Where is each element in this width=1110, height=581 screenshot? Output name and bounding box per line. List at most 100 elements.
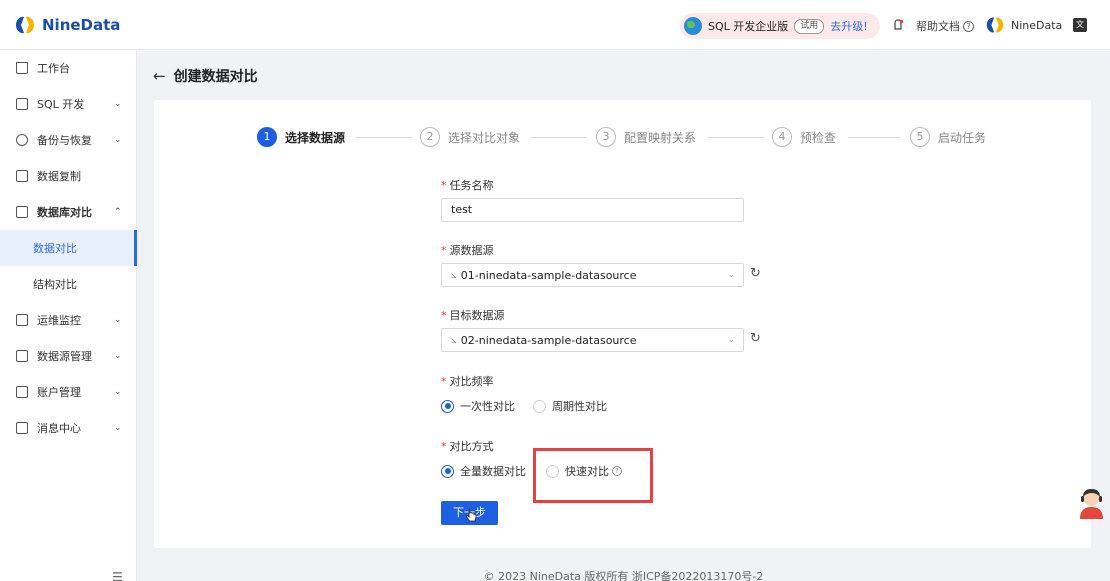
sidebar-item-ops-monitor[interactable]: 运维监控 ⌄ [0, 302, 137, 338]
required-mark: * [441, 309, 447, 322]
question-icon: ? [963, 20, 974, 32]
sidebar-item-backup[interactable]: 备份与恢复 ⌄ [0, 122, 137, 158]
radio-periodic[interactable]: 周期性对比 [533, 398, 607, 414]
required-mark: * [441, 179, 447, 192]
sidebar-item-label: 数据对比 [33, 242, 77, 255]
logo[interactable]: NineData [14, 14, 120, 36]
sidebar-item-datasource-mgmt[interactable]: 数据源管理 ⌄ [0, 338, 137, 374]
sidebar-item-schema-compare[interactable]: 结构对比 [0, 266, 137, 302]
chevron-down-icon: ⌄ [727, 335, 735, 345]
step-number: 3 [596, 127, 616, 147]
source-datasource-value: 01-ninedata-sample-datasource [460, 268, 637, 282]
help-docs-link[interactable]: 帮助文档 ? [916, 18, 974, 34]
step-number: 2 [420, 127, 440, 147]
radio-one-time[interactable]: 一次性对比 [441, 398, 515, 414]
target-datasource-value: 02-ninedata-sample-datasource [460, 333, 637, 347]
target-datasource-label: * 目标数据源 [441, 309, 505, 322]
step-number: 5 [910, 127, 930, 147]
user-menu[interactable]: NineData [985, 15, 1062, 35]
backup-icon [16, 134, 28, 146]
promo-label: SQL 开发企业版 [708, 20, 789, 33]
logo-text: NineData [42, 16, 121, 34]
globe-icon [684, 17, 702, 35]
required-mark: * [441, 440, 447, 453]
sidebar-item-replication[interactable]: 数据复制 [0, 158, 137, 194]
sidebar-item-label: SQL 开发 [37, 98, 85, 111]
step-label: 配置映射关系 [624, 130, 697, 145]
frequency-radio-group: 一次性对比 周期性对比 [441, 398, 625, 414]
step-connector [356, 137, 412, 138]
datasource-icon [16, 350, 28, 362]
account-icon [16, 386, 28, 398]
sidebar-item-workbench[interactable]: 工作台 [0, 50, 137, 86]
trial-badge: 试用 [794, 18, 825, 34]
step-label: 启动任务 [938, 130, 987, 145]
support-assistant-icon[interactable] [1075, 486, 1108, 519]
language-switch-icon[interactable]: 文 [1073, 18, 1087, 32]
hand-cursor-icon [466, 509, 477, 522]
datasource-type-icon: ⦣ [451, 334, 457, 346]
footer-copyright: © 2023 NineData 版权所有 浙ICP备2022013170号-2 [483, 570, 764, 581]
sidebar-item-account-mgmt[interactable]: 账户管理 ⌄ [0, 374, 137, 410]
chevron-down-icon: ⌄ [114, 99, 122, 109]
sidebar-item-label: 数据复制 [37, 170, 81, 183]
collapse-sidebar-icon[interactable]: ☰ [112, 570, 123, 581]
source-datasource-select[interactable]: ⦣ 01-ninedata-sample-datasource ⌄ [441, 263, 744, 287]
enterprise-promo[interactable]: SQL 开发企业版 试用 去升级! [680, 13, 880, 39]
step-label: 预检查 [800, 130, 837, 145]
message-icon [16, 422, 28, 434]
radio-full-compare[interactable]: 全量数据对比 [441, 463, 526, 479]
compare-mode-label: * 对比方式 [441, 440, 494, 453]
sidebar: 工作台 SQL 开发 ⌄ 备份与恢复 ⌄ 数据复制 数据库对比 ⌃ 数据对比 结… [0, 50, 137, 581]
step-connector [848, 137, 900, 138]
refresh-target-icon[interactable]: ↻ [750, 331, 761, 346]
sidebar-item-db-compare[interactable]: 数据库对比 ⌃ [0, 194, 137, 230]
target-datasource-select[interactable]: ⦣ 02-ninedata-sample-datasource ⌄ [441, 328, 744, 352]
step-connector [708, 137, 764, 138]
home-icon [16, 62, 28, 74]
required-mark: * [441, 244, 447, 257]
source-datasource-label: * 源数据源 [441, 244, 494, 257]
sidebar-item-data-compare[interactable]: 数据对比 [0, 230, 137, 266]
sidebar-item-label: 数据库对比 [37, 206, 92, 219]
sidebar-item-label: 消息中心 [37, 422, 81, 435]
task-name-input[interactable]: test [441, 198, 744, 222]
chevron-down-icon: ⌄ [114, 315, 122, 325]
step-precheck: 4 预检查 [772, 127, 836, 147]
chevron-down-icon: ⌄ [727, 270, 735, 280]
task-name-label: * 任务名称 [441, 179, 494, 192]
sidebar-item-label: 运维监控 [37, 314, 81, 327]
sidebar-item-label: 工作台 [37, 62, 70, 75]
radio-checked-icon [441, 464, 454, 478]
sidebar-item-sql-dev[interactable]: SQL 开发 ⌄ [0, 86, 137, 122]
copy-icon [16, 170, 28, 182]
chevron-down-icon: ⌄ [114, 387, 122, 397]
user-name: NineData [1011, 18, 1063, 32]
required-mark: * [441, 375, 447, 388]
step-connector [531, 137, 587, 138]
datasource-type-icon: ⦣ [451, 269, 457, 281]
frequency-label: * 对比频率 [441, 375, 494, 388]
step-select-datasource: 1 选择数据源 [257, 127, 345, 147]
refresh-source-icon[interactable]: ↻ [750, 266, 761, 281]
chevron-up-icon: ⌃ [114, 207, 122, 217]
step-number: 1 [257, 127, 277, 147]
sidebar-item-label: 备份与恢复 [37, 134, 92, 147]
step-label: 选择对比对象 [448, 130, 521, 145]
step-mapping: 3 配置映射关系 [596, 127, 696, 147]
sidebar-item-messages[interactable]: 消息中心 ⌄ [0, 410, 137, 446]
monitor-icon [16, 98, 28, 110]
step-label: 选择数据源 [285, 130, 346, 145]
help-docs-label: 帮助文档 [916, 20, 960, 33]
annotation-highlight [533, 448, 653, 503]
sidebar-item-label: 数据源管理 [37, 350, 92, 363]
page-title: 创建数据对比 [173, 69, 258, 85]
radio-checked-icon [441, 399, 454, 413]
upgrade-link[interactable]: 去升级! [830, 18, 867, 34]
chevron-down-icon: ⌄ [114, 351, 122, 361]
user-avatar-icon [986, 17, 1004, 33]
chevron-down-icon: ⌄ [114, 135, 122, 145]
notification-icon[interactable] [892, 19, 904, 31]
back-arrow-icon[interactable]: ← [153, 67, 166, 85]
sidebar-item-label: 结构对比 [33, 278, 77, 291]
